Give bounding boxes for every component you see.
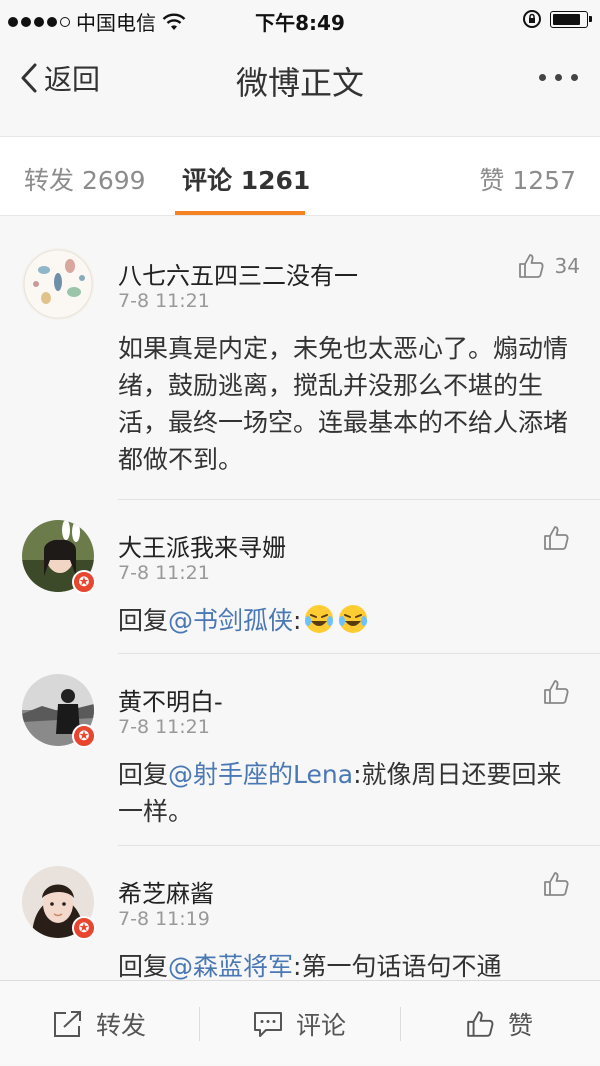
verified-badge-icon: ✪: [72, 916, 96, 940]
thumbs-up-icon: [544, 872, 569, 896]
tab-repost[interactable]: 转发 2699: [24, 161, 146, 197]
mention-link[interactable]: @森蓝将军: [168, 952, 293, 980]
bottom-action-bar: 转发 评论 赞: [0, 980, 600, 1065]
reply-prefix: 回复: [118, 606, 169, 635]
divider: [400, 1007, 401, 1041]
laughing-tears-emoji-icon: [339, 605, 368, 633]
comment-item: ✪ 希芝麻酱 7-8 11:19 回复@森蓝将军:第一句话语句不通: [0, 846, 600, 980]
reply-prefix: 回复: [118, 760, 169, 789]
status-time: 下午8:49: [255, 11, 345, 35]
comment-text: 如果真是内定，未免也太恶心了。煽动情绪，鼓励逃离，搅乱并没那么不堪的生活，最终一…: [118, 334, 569, 474]
comment-button[interactable]: 评论: [252, 981, 346, 1066]
tab-likes[interactable]: 赞 1257: [479, 161, 576, 197]
avatar[interactable]: ✪: [22, 520, 96, 594]
comment-time: 7-8 11:21: [118, 290, 210, 312]
commenter-name[interactable]: 希芝麻酱: [118, 874, 214, 909]
avatar[interactable]: ✪: [22, 866, 96, 940]
comment-time: 7-8 11:21: [118, 562, 210, 584]
status-right: [522, 9, 592, 29]
comment-text: 回复@射手座的Lena:就像周日还要回来一样。: [118, 756, 578, 830]
comment-text: 回复@森蓝将军:第一句话语句不通: [118, 948, 578, 980]
rotation-lock-icon: [523, 10, 541, 28]
repost-label: 转发: [96, 1010, 147, 1040]
avatar[interactable]: ✪: [22, 674, 96, 748]
comment-label: 评论: [296, 1010, 347, 1040]
active-tab-indicator: [175, 211, 305, 215]
share-icon: [54, 1010, 81, 1037]
mention-link[interactable]: @射手座的Lena: [168, 760, 353, 789]
comment-item: ✪ 大王派我来寻姗 7-8 11:21 回复@书剑孤侠:: [0, 500, 600, 654]
divider: [199, 1007, 200, 1041]
comment-item: 八七六五四三二没有一 7-8 11:21 34 如果真是内定，未免也太恶心了。煽…: [0, 228, 600, 500]
more-options-icon[interactable]: [539, 74, 578, 81]
verified-badge-icon: ✪: [72, 570, 96, 594]
comment-time: 7-8 11:19: [118, 908, 210, 930]
commenter-name[interactable]: 八七六五四三二没有一: [118, 256, 358, 291]
comment-text: 回复@书剑孤侠:: [118, 602, 578, 639]
tab-bar: 转发 2699 评论 1261 赞 1257: [0, 136, 600, 216]
reply-prefix: 回复: [118, 952, 169, 980]
like-post-button[interactable]: 赞: [464, 981, 533, 1066]
mention-link[interactable]: @书剑孤侠: [168, 606, 293, 635]
like-count: 34: [554, 254, 580, 278]
verified-badge-icon: ✪: [72, 724, 96, 748]
like-button[interactable]: [542, 678, 580, 706]
comment-time: 7-8 11:21: [118, 716, 210, 738]
thumbs-up-icon: [467, 1010, 494, 1037]
nav-bar: 返回 微博正文: [0, 40, 600, 120]
comment-item: ✪ 黄不明白- 7-8 11:21 回复@射手座的Lena:就像周日还要回来一样…: [0, 654, 600, 846]
laughing-tears-emoji-icon: [305, 605, 334, 633]
like-button[interactable]: [542, 524, 580, 552]
commenter-name[interactable]: 大王派我来寻姗: [118, 528, 286, 563]
tab-comments[interactable]: 评论 1261: [182, 161, 310, 197]
battery-icon: [550, 10, 592, 28]
comment-list: 八七六五四三二没有一 7-8 11:21 34 如果真是内定，未免也太恶心了。煽…: [0, 228, 600, 980]
like-button[interactable]: 34: [517, 252, 580, 280]
repost-button[interactable]: 转发: [52, 981, 146, 1066]
comment-icon: [254, 1011, 282, 1037]
page-title: 微博正文: [235, 64, 364, 102]
thumbs-up-icon: [544, 680, 569, 704]
like-label: 赞: [508, 1010, 534, 1040]
reply-text: :: [293, 606, 302, 635]
avatar[interactable]: [22, 248, 94, 320]
like-button[interactable]: [542, 870, 580, 898]
commenter-name[interactable]: 黄不明白-: [118, 682, 223, 717]
reply-text: :第一句话语句不通: [293, 952, 502, 980]
status-bar: 中国电信 下午8:49: [0, 0, 600, 40]
thumbs-up-icon: [518, 254, 544, 278]
thumbs-up-icon: [544, 526, 569, 550]
